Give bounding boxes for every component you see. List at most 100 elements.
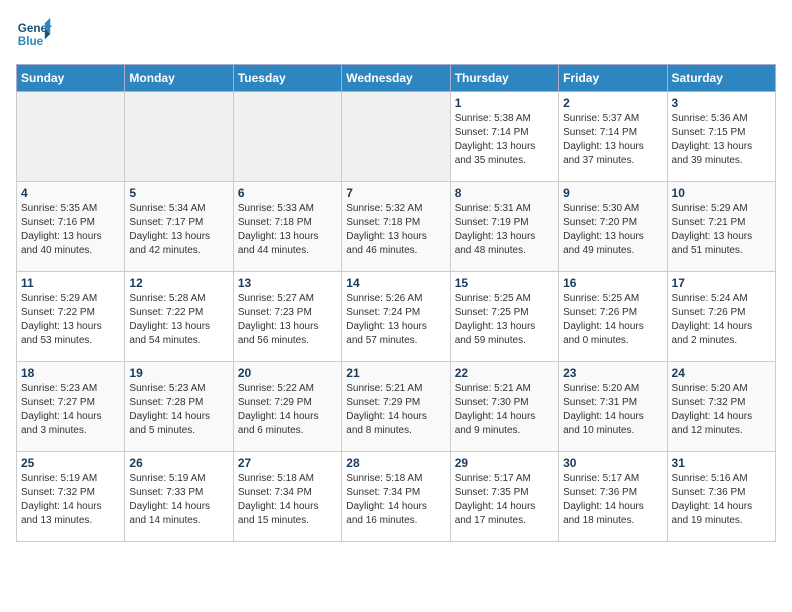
day-number: 27 (238, 456, 337, 470)
day-info: Sunrise: 5:20 AMSunset: 7:31 PMDaylight:… (563, 382, 662, 438)
day-number: 5 (129, 186, 228, 200)
calendar-cell: 17Sunrise: 5:24 AMSunset: 7:26 PMDayligh… (667, 272, 775, 362)
column-header-tuesday: Tuesday (233, 65, 341, 92)
calendar-week-0: 1 Sunrise: 5:38 AMSunset: 7:14 PMDaylight… (17, 92, 776, 182)
column-header-monday: Monday (125, 65, 233, 92)
calendar-body: 1 Sunrise: 5:38 AMSunset: 7:14 PMDaylight… (17, 92, 776, 542)
day-info: Sunrise: 5:22 AMSunset: 7:29 PMDaylight:… (238, 382, 337, 438)
day-info: Sunrise: 5:24 AMSunset: 7:26 PMDaylight:… (672, 292, 771, 348)
day-info: Sunrise: 5:25 AMSunset: 7:25 PMDaylight:… (455, 292, 554, 348)
day-info: Sunrise: 5:16 AMSunset: 7:36 PMDaylight:… (672, 472, 771, 528)
day-info: Sunrise: 5:37 AMSunset: 7:14 PMDaylight:… (563, 112, 662, 168)
day-info: Sunrise: 5:19 AMSunset: 7:33 PMDaylight:… (129, 472, 228, 528)
day-number: 9 (563, 186, 662, 200)
calendar-table: SundayMondayTuesdayWednesdayThursdayFrid… (16, 64, 776, 542)
day-info: Sunrise: 5:33 AMSunset: 7:18 PMDaylight:… (238, 202, 337, 258)
calendar-cell: 29Sunrise: 5:17 AMSunset: 7:35 PMDayligh… (450, 452, 558, 542)
calendar-cell: 3Sunrise: 5:36 AMSunset: 7:15 PMDaylight… (667, 92, 775, 182)
day-number: 21 (346, 366, 445, 380)
calendar-cell: 28 Sunrise: 5:18 AMSunset: 7:34 PMDayligh… (342, 452, 450, 542)
day-number: 14 (346, 276, 445, 290)
logo: General Blue (16, 16, 52, 52)
calendar-cell (342, 92, 450, 182)
day-info: Sunrise: 5:29 AMSunset: 7:22 PMDaylight:… (21, 292, 120, 348)
calendar-cell: 31 Sunrise: 5:16 AMSunset: 7:36 PMDayligh… (667, 452, 775, 542)
calendar-cell (125, 92, 233, 182)
day-info: Sunrise: 5:31 AMSunset: 7:19 PMDaylight:… (455, 202, 554, 258)
calendar-week-3: 18 Sunrise: 5:23 AMSunset: 7:27 PMDayligh… (17, 362, 776, 452)
calendar-cell: 23 Sunrise: 5:20 AMSunset: 7:31 PMDayligh… (559, 362, 667, 452)
calendar-cell: 30Sunrise: 5:17 AMSunset: 7:36 PMDayligh… (559, 452, 667, 542)
day-info: Sunrise: 5:27 AMSunset: 7:23 PMDaylight:… (238, 292, 337, 348)
day-number: 31 (672, 456, 771, 470)
calendar-cell: 24 Sunrise: 5:20 AMSunset: 7:32 PMDayligh… (667, 362, 775, 452)
day-info: Sunrise: 5:19 AMSunset: 7:32 PMDaylight:… (21, 472, 120, 528)
day-number: 23 (563, 366, 662, 380)
column-header-thursday: Thursday (450, 65, 558, 92)
column-header-sunday: Sunday (17, 65, 125, 92)
day-info: Sunrise: 5:38 AMSunset: 7:14 PMDaylight:… (455, 112, 554, 168)
day-number: 7 (346, 186, 445, 200)
day-number: 8 (455, 186, 554, 200)
day-number: 12 (129, 276, 228, 290)
calendar-cell: 18 Sunrise: 5:23 AMSunset: 7:27 PMDayligh… (17, 362, 125, 452)
day-number: 6 (238, 186, 337, 200)
page-header: General Blue (16, 16, 776, 52)
calendar-cell: 22 Sunrise: 5:21 AMSunset: 7:30 PMDayligh… (450, 362, 558, 452)
day-info: Sunrise: 5:20 AMSunset: 7:32 PMDaylight:… (672, 382, 771, 438)
day-number: 10 (672, 186, 771, 200)
calendar-cell: 4 Sunrise: 5:35 AMSunset: 7:16 PMDaylight… (17, 182, 125, 272)
calendar-cell: 6 Sunrise: 5:33 AMSunset: 7:18 PMDaylight… (233, 182, 341, 272)
calendar-cell (17, 92, 125, 182)
day-info: Sunrise: 5:32 AMSunset: 7:18 PMDaylight:… (346, 202, 445, 258)
day-number: 24 (672, 366, 771, 380)
calendar-cell: 21 Sunrise: 5:21 AMSunset: 7:29 PMDayligh… (342, 362, 450, 452)
day-info: Sunrise: 5:21 AMSunset: 7:30 PMDaylight:… (455, 382, 554, 438)
calendar-cell: 26 Sunrise: 5:19 AMSunset: 7:33 PMDayligh… (125, 452, 233, 542)
calendar-cell: 9 Sunrise: 5:30 AMSunset: 7:20 PMDaylight… (559, 182, 667, 272)
day-info: Sunrise: 5:29 AMSunset: 7:21 PMDaylight:… (672, 202, 771, 258)
column-header-saturday: Saturday (667, 65, 775, 92)
calendar-week-1: 4 Sunrise: 5:35 AMSunset: 7:16 PMDaylight… (17, 182, 776, 272)
day-number: 25 (21, 456, 120, 470)
day-info: Sunrise: 5:18 AMSunset: 7:34 PMDaylight:… (346, 472, 445, 528)
column-header-friday: Friday (559, 65, 667, 92)
day-info: Sunrise: 5:30 AMSunset: 7:20 PMDaylight:… (563, 202, 662, 258)
day-info: Sunrise: 5:35 AMSunset: 7:16 PMDaylight:… (21, 202, 120, 258)
calendar-week-4: 25 Sunrise: 5:19 AMSunset: 7:32 PMDayligh… (17, 452, 776, 542)
day-number: 30 (563, 456, 662, 470)
calendar-cell: 1 Sunrise: 5:38 AMSunset: 7:14 PMDaylight… (450, 92, 558, 182)
calendar-cell: 12 Sunrise: 5:28 AMSunset: 7:22 PMDayligh… (125, 272, 233, 362)
day-number: 15 (455, 276, 554, 290)
day-info: Sunrise: 5:34 AMSunset: 7:17 PMDaylight:… (129, 202, 228, 258)
column-header-wednesday: Wednesday (342, 65, 450, 92)
day-info: Sunrise: 5:28 AMSunset: 7:22 PMDaylight:… (129, 292, 228, 348)
calendar-cell: 16Sunrise: 5:25 AMSunset: 7:26 PMDayligh… (559, 272, 667, 362)
calendar-cell: 11 Sunrise: 5:29 AMSunset: 7:22 PMDayligh… (17, 272, 125, 362)
day-number: 11 (21, 276, 120, 290)
day-number: 26 (129, 456, 228, 470)
day-number: 28 (346, 456, 445, 470)
calendar-cell: 7 Sunrise: 5:32 AMSunset: 7:18 PMDaylight… (342, 182, 450, 272)
calendar-cell: 5 Sunrise: 5:34 AMSunset: 7:17 PMDaylight… (125, 182, 233, 272)
calendar-cell: 20Sunrise: 5:22 AMSunset: 7:29 PMDayligh… (233, 362, 341, 452)
calendar-cell: 14Sunrise: 5:26 AMSunset: 7:24 PMDayligh… (342, 272, 450, 362)
svg-text:Blue: Blue (18, 35, 44, 48)
calendar-week-2: 11 Sunrise: 5:29 AMSunset: 7:22 PMDayligh… (17, 272, 776, 362)
calendar-cell: 13Sunrise: 5:27 AMSunset: 7:23 PMDayligh… (233, 272, 341, 362)
calendar-cell (233, 92, 341, 182)
day-info: Sunrise: 5:25 AMSunset: 7:26 PMDaylight:… (563, 292, 662, 348)
day-number: 19 (129, 366, 228, 380)
day-info: Sunrise: 5:21 AMSunset: 7:29 PMDaylight:… (346, 382, 445, 438)
day-number: 2 (563, 96, 662, 110)
day-info: Sunrise: 5:36 AMSunset: 7:15 PMDaylight:… (672, 112, 771, 168)
calendar-cell: 10 Sunrise: 5:29 AMSunset: 7:21 PMDayligh… (667, 182, 775, 272)
day-info: Sunrise: 5:23 AMSunset: 7:27 PMDaylight:… (21, 382, 120, 438)
day-number: 4 (21, 186, 120, 200)
calendar-cell: 2 Sunrise: 5:37 AMSunset: 7:14 PMDaylight… (559, 92, 667, 182)
day-number: 18 (21, 366, 120, 380)
day-info: Sunrise: 5:18 AMSunset: 7:34 PMDaylight:… (238, 472, 337, 528)
day-number: 22 (455, 366, 554, 380)
day-number: 1 (455, 96, 554, 110)
calendar-cell: 8 Sunrise: 5:31 AMSunset: 7:19 PMDaylight… (450, 182, 558, 272)
